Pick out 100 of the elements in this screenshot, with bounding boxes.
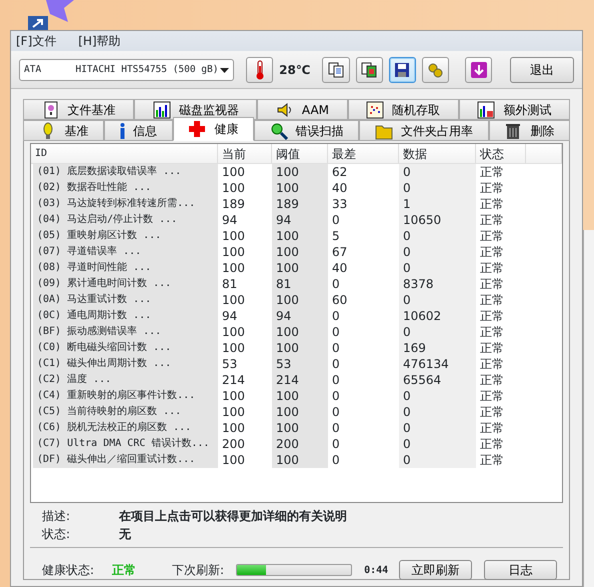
table-cell-text: 100 — [221, 228, 246, 244]
table-cell-text: 0 — [331, 324, 341, 340]
table-cell: 10602 — [399, 308, 476, 324]
table-cell-text: 0 — [331, 404, 341, 420]
caret-icon — [220, 68, 230, 72]
thermometer-button[interactable] — [246, 56, 274, 82]
table-cell: 100 — [272, 292, 328, 308]
tab[interactable]: 错误扫描 — [254, 120, 360, 141]
table-cell-text: 正常 — [479, 212, 505, 228]
table-cell-text: 正常 — [479, 180, 505, 196]
tab[interactable]: 信息 — [104, 120, 173, 141]
gears-icon — [426, 60, 444, 78]
tab[interactable]: 健康 — [172, 117, 254, 141]
table-cell: 81 — [272, 276, 328, 292]
column-header[interactable]: 状态 — [476, 144, 526, 164]
table-cell-text: 33 — [331, 196, 348, 212]
table-cell-text: 正常 — [479, 372, 505, 388]
table-cell: (C1) 磁头伸出周期计数 ... — [33, 356, 218, 372]
table-cell: (C4) 重新映射的扇区事件计数... — [33, 388, 218, 404]
tab[interactable]: 文件夹占用率 — [359, 120, 489, 141]
table-cell-text: 5 — [331, 228, 341, 244]
table-cell-text: 200 — [221, 436, 246, 452]
menu-item[interactable]: [F]文件 — [16, 31, 56, 51]
table-cell-text: 正常 — [479, 196, 505, 212]
table-cell-text: 60 — [331, 292, 348, 308]
table-cell: 0 — [399, 452, 476, 468]
tab[interactable]: 随机存取 — [348, 99, 459, 120]
table-cell-text: 正常 — [479, 404, 505, 420]
column-header[interactable]: 数据 — [399, 144, 476, 164]
log-button[interactable]: 日志 — [484, 560, 557, 580]
table-cell: (05) 重映射扇区计数 ... — [33, 228, 218, 244]
chart-icon — [477, 100, 496, 118]
table-cell-text: 0 — [331, 308, 341, 324]
table-cell-text: 正常 — [479, 436, 505, 452]
floppy-icon — [393, 60, 412, 78]
table-cell: 100 — [272, 404, 328, 420]
table-cell: (02) 数据吞吐性能 ... — [33, 180, 218, 196]
tab[interactable]: AAM — [257, 99, 348, 120]
menu-item[interactable]: [H]帮助 — [78, 31, 121, 51]
column-header[interactable]: ID — [31, 144, 218, 164]
copy-icon — [360, 60, 378, 78]
table-cell-text: 0 — [331, 420, 341, 436]
table-cell: (C7) Ultra DMA CRC 错误计数... — [33, 436, 218, 452]
column-header[interactable]: 最差 — [328, 144, 399, 164]
detail-label: 描述: — [42, 508, 72, 525]
table-cell: 8378 — [399, 276, 476, 292]
table-cell: (08) 寻道时间性能 ... — [33, 260, 218, 276]
table-cell-text: 100 — [221, 244, 246, 260]
countdown: 0:44 — [364, 564, 388, 578]
table-cell-text: 正常 — [479, 324, 505, 340]
toolbar-button[interactable] — [422, 56, 449, 82]
column-header[interactable]: 阈值 — [272, 144, 328, 164]
drive-dropdown[interactable]: ATA HITACHI HTS54755 (500 gB) — [19, 58, 234, 80]
health-value: 正常 — [112, 562, 136, 579]
detail-value: 无 — [119, 526, 131, 543]
table-cell-text: 40 — [331, 180, 348, 196]
table-cell: 0 — [399, 420, 476, 436]
table-cell: (C0) 断电磁头缩回计数 ... — [33, 340, 218, 356]
table-cell: (C2) 温度 ... — [33, 372, 218, 388]
table-cell-text: 100 — [221, 340, 246, 356]
table-cell: 10650 — [399, 212, 476, 228]
tab[interactable]: 基准 — [23, 120, 104, 141]
tab[interactable]: 删除 — [488, 120, 570, 141]
table-cell: 100 — [272, 388, 328, 404]
refresh-button[interactable]: 立即刷新 — [399, 560, 472, 580]
table-cell: (DF) 磁头伸出／缩回重试计数... — [33, 452, 218, 468]
table-cell: 0 — [399, 228, 476, 244]
exit-button[interactable]: 退出 — [510, 56, 574, 82]
toolbar-button[interactable] — [322, 56, 350, 82]
tab[interactable]: 磁盘监视器 — [134, 99, 258, 120]
table-cell-text: 0 — [331, 372, 341, 388]
table-cell: 0 — [399, 404, 476, 420]
table-cell: 200 — [272, 436, 328, 452]
table-cell-text: 正常 — [479, 164, 505, 180]
table-cell-text: 0 — [331, 356, 341, 372]
column-header[interactable]: 当前 — [218, 144, 272, 164]
refresh-label: 下次刷新: — [172, 562, 224, 579]
table-cell: 476134 — [399, 356, 476, 372]
copy-icon — [326, 60, 345, 78]
table-cell: 94 — [272, 308, 328, 324]
health-label: 健康状态: — [42, 562, 94, 579]
table-cell-text: 100 — [221, 452, 246, 468]
table-cell-text: 正常 — [479, 452, 505, 468]
table-cell-text: 100 — [221, 324, 246, 340]
table-cell-text: 0 — [331, 212, 341, 228]
toolbar-button[interactable] — [388, 56, 416, 82]
magnifier-icon — [270, 122, 288, 140]
table-cell-text: 100 — [221, 164, 246, 180]
table-cell-text: 正常 — [479, 244, 505, 260]
table-cell: 0 — [399, 244, 476, 260]
tab[interactable]: 额外测试 — [458, 99, 570, 120]
table-cell: 100 — [272, 180, 328, 196]
table-cell-text: 0 — [331, 452, 341, 468]
table-cell-text: 94 — [221, 212, 238, 228]
toolbar-button[interactable] — [464, 56, 492, 82]
table-cell: 0 — [399, 324, 476, 340]
table-cell: (C6) 脱机无法校正的扇区数 ... — [33, 420, 218, 436]
table-cell-text: 100 — [221, 420, 246, 436]
tab[interactable]: 文件基准 — [23, 99, 134, 120]
toolbar-button[interactable] — [356, 56, 383, 82]
